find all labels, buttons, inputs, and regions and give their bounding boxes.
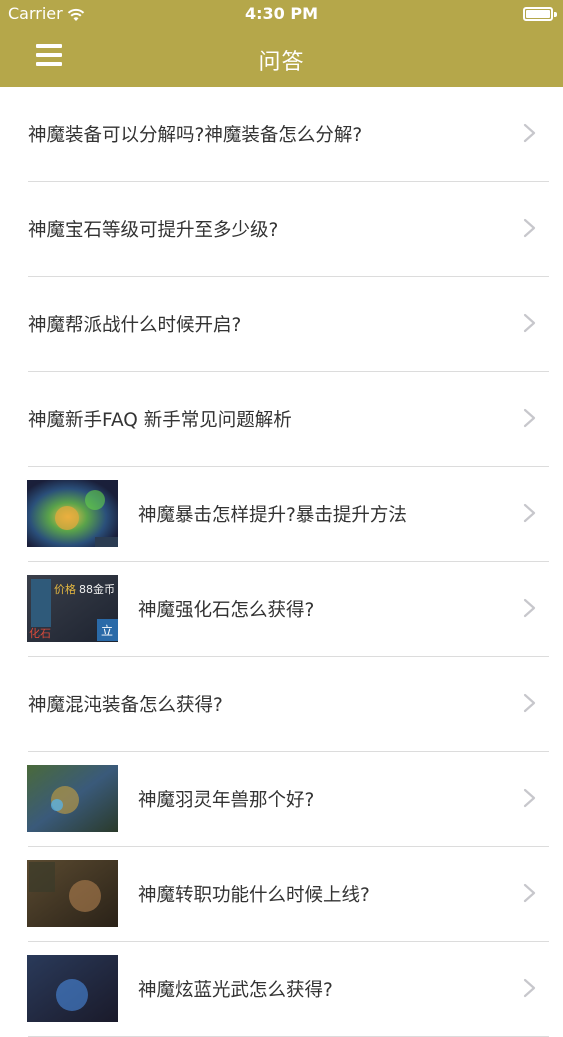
list-item-title: 神魔转职功能什么时候上线?	[138, 885, 370, 906]
list-item-6[interactable]: 价格 88金币化石 立 神魔强化石怎么获得?	[0, 562, 563, 657]
thumbnail-image	[27, 955, 118, 1022]
list-item-5[interactable]: 神魔暴击怎样提升?暴击提升方法	[0, 467, 563, 562]
page-title: 问答	[258, 50, 305, 75]
svg-text:价格: 价格	[54, 582, 76, 596]
list-item-title: 神魔混沌装备怎么获得?	[28, 695, 223, 716]
app-header: Carrier 4:30 PM 问答	[0, 0, 563, 87]
list-item-title: 神魔炫蓝光武怎么获得?	[138, 980, 333, 1001]
chevron-right-icon	[523, 218, 536, 238]
chevron-right-icon	[523, 978, 536, 998]
svg-text:88金币: 88金币	[79, 582, 115, 596]
list-item-3[interactable]: 神魔帮派战什么时候开启?	[0, 277, 563, 372]
list-item-title: 神魔强化石怎么获得?	[138, 600, 315, 621]
list-item-9[interactable]: 神魔转职功能什么时候上线?	[0, 847, 563, 942]
question-list: 神魔装备可以分解吗?神魔装备怎么分解? 神魔宝石等级可提升至多少级? 神魔帮派战…	[0, 87, 563, 1037]
battery-icon	[523, 7, 557, 21]
chevron-right-icon	[523, 788, 536, 808]
navigation-bar: 问答	[0, 28, 563, 87]
chevron-right-icon	[523, 313, 536, 333]
status-bar: Carrier 4:30 PM	[0, 0, 563, 28]
thumbnail-image: 价格 88金币化石 立	[27, 575, 118, 642]
list-item-2[interactable]: 神魔宝石等级可提升至多少级?	[0, 182, 563, 277]
thumbnail-image	[27, 860, 118, 927]
list-item-4[interactable]: 神魔新手FAQ 新手常见问题解析	[0, 372, 563, 467]
chevron-right-icon	[523, 693, 536, 713]
chevron-right-icon	[523, 408, 536, 428]
chevron-right-icon	[523, 883, 536, 903]
list-item-7[interactable]: 神魔混沌装备怎么获得?	[0, 657, 563, 752]
list-item-title: 神魔暴击怎样提升?暴击提升方法	[138, 505, 407, 526]
list-item-title: 神魔羽灵年兽那个好?	[138, 790, 315, 811]
thumbnail-image	[27, 765, 118, 832]
list-item-1[interactable]: 神魔装备可以分解吗?神魔装备怎么分解?	[0, 87, 563, 182]
status-time: 4:30 PM	[244, 4, 318, 23]
chevron-right-icon	[523, 598, 536, 618]
list-item-8[interactable]: 神魔羽灵年兽那个好?	[0, 752, 563, 847]
battery-level	[526, 10, 550, 18]
chevron-right-icon	[523, 503, 536, 523]
list-item-10[interactable]: 神魔炫蓝光武怎么获得?	[0, 942, 563, 1037]
chevron-right-icon	[523, 123, 536, 143]
svg-text:化石: 化石	[29, 626, 51, 640]
list-item-title: 神魔新手FAQ 新手常见问题解析	[28, 410, 292, 431]
list-item-title: 神魔装备可以分解吗?神魔装备怎么分解?	[28, 125, 363, 146]
svg-text:立: 立	[101, 623, 113, 638]
list-item-title: 神魔宝石等级可提升至多少级?	[28, 220, 279, 241]
list-item-title: 神魔帮派战什么时候开启?	[28, 315, 242, 336]
thumbnail-image	[27, 480, 118, 547]
